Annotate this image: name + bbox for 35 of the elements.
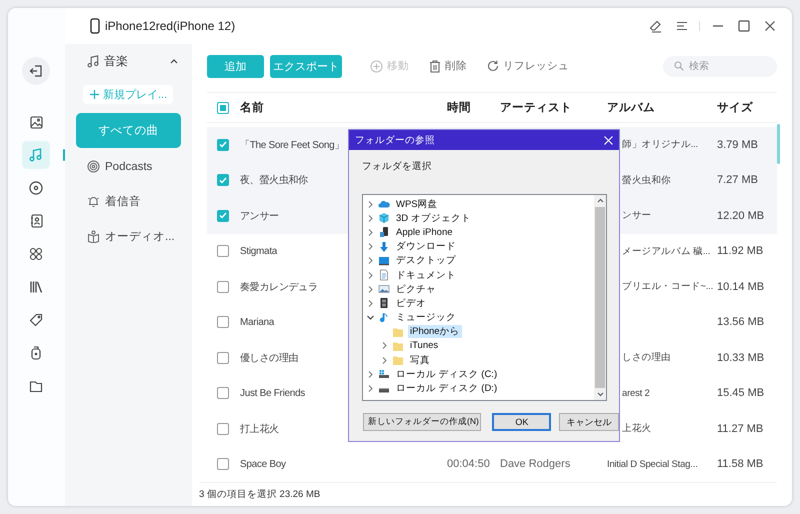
album-text: ブリエル・コード~...: [622, 281, 714, 292]
album-text: 螢火虫和你: [622, 174, 672, 186]
dialog-title: フォルダーの参照: [355, 134, 435, 146]
song-title: 夜、螢火虫和你: [240, 175, 308, 186]
song-title: Space Boy: [240, 458, 286, 470]
file-size-text: 11.92 MB: [717, 245, 764, 258]
album-text: 上花火: [622, 423, 652, 434]
file-size-text: 10.33 MB: [717, 352, 764, 364]
song-title: Mariana: [240, 316, 274, 328]
song-title: 「The Sore Feet Song」: [240, 140, 344, 151]
song-title: 奏愛カレンデュラ: [240, 282, 318, 293]
song-title: Just Be Friends: [240, 388, 305, 399]
song-title: 優しさの理由: [240, 352, 298, 364]
song-title: 打上花火: [240, 424, 279, 435]
file-size-text: 13.56 MB: [717, 316, 764, 328]
window-title: iPhone12red(iPhone 12): [105, 19, 236, 33]
album-text: しさの理由: [622, 352, 672, 364]
song-title: アンサー: [240, 210, 279, 222]
selection-status: 3 個の項目を選択 23.26 MB: [199, 488, 320, 501]
file-size-text: 11.27 MB: [717, 422, 764, 435]
file-size-text: 12.20 MB: [717, 210, 764, 222]
file-size-text: 7.27 MB: [717, 174, 758, 186]
dialog-prompt: フォルダを選択: [362, 160, 433, 173]
file-size-text: 10.14 MB: [717, 280, 764, 293]
file-size-text: 15.45 MB: [717, 387, 764, 400]
file-size-text: 11.58 MB: [717, 458, 764, 470]
song-title: Stigmata: [240, 246, 278, 257]
album-text: arest 2: [622, 388, 650, 399]
album-text: ンサー: [622, 210, 652, 222]
album-text: メージアルバム 穢...: [622, 246, 710, 257]
duration-text: 00:04:50: [447, 458, 490, 470]
album-text: Initial D Special Stag...: [607, 458, 698, 470]
file-size-text: 3.79 MB: [717, 138, 758, 151]
album-text: 師」オリジナル...: [622, 139, 698, 150]
artist-text: Dave Rodgers: [500, 458, 570, 470]
